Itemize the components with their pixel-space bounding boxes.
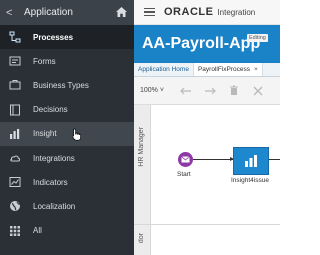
swimlane-divider: [134, 224, 280, 225]
tab-label: Application Home: [138, 66, 189, 73]
sidebar-item-label: Forms: [33, 56, 56, 66]
sidebar-item-label: Insight: [33, 129, 57, 139]
localization-icon: [9, 200, 21, 212]
bar-chart-icon: [245, 155, 257, 167]
sidebar-item-label: All: [33, 226, 42, 236]
app-title: AA-Payroll-App: [142, 35, 261, 52]
sidebar-title: Application: [24, 7, 73, 18]
undo-icon[interactable]: [178, 84, 194, 98]
indicators-icon: [9, 176, 21, 188]
sidebar-item-all[interactable]: All: [0, 219, 134, 243]
sidebar-item-insight[interactable]: Insight: [0, 121, 134, 146]
envelope-icon: [181, 156, 190, 163]
sidebar-item-label: Business Types: [33, 80, 89, 90]
sidebar-item-integrations[interactable]: Integrations: [0, 146, 134, 170]
sidebar-item-indicators[interactable]: Indicators: [0, 170, 134, 194]
menu-icon[interactable]: [144, 7, 155, 17]
sidebar: < Application Processes Forms Business T…: [0, 0, 134, 255]
sidebar-item-label: Integrations: [33, 153, 75, 163]
zoom-select[interactable]: 100% ˅: [140, 87, 178, 94]
sidebar-menu: Processes Forms Business Types Decisions: [0, 25, 134, 243]
app-title-bar: AA-Payroll-App Editing: [134, 25, 280, 63]
brand-logo: ORACLE: [164, 6, 214, 18]
sidebar-header: < Application: [0, 0, 134, 25]
sidebar-item-label: Decisions: [33, 105, 68, 115]
process-canvas[interactable]: HR Manager dor Start Insight4issue: [134, 105, 280, 255]
tab-payrollfixprocess[interactable]: PayrollFixProcess ×: [193, 63, 263, 76]
hand-cursor-icon: [71, 128, 82, 143]
start-event-node[interactable]: [178, 152, 193, 167]
swimlane-label: dor: [138, 233, 145, 244]
canvas-toolbar: 100% ˅: [134, 77, 280, 105]
grid-icon: [9, 225, 21, 237]
swimlane-label: HR Manager: [138, 127, 145, 167]
status-badge: Editing: [247, 34, 268, 42]
delete-icon[interactable]: [226, 84, 242, 98]
sidebar-item-label: Processes: [33, 32, 74, 42]
tab-application-home[interactable]: Application Home: [134, 63, 194, 76]
top-bar: ORACLE Integration: [134, 0, 280, 25]
tab-bar: Application Home PayrollFixProcess ×: [134, 63, 280, 77]
flow-arrow[interactable]: [269, 159, 280, 160]
back-button[interactable]: <: [6, 7, 18, 19]
sidebar-item-business-types[interactable]: Business Types: [0, 73, 134, 97]
tab-label: PayrollFixProcess: [197, 66, 250, 73]
sidebar-item-label: Indicators: [33, 177, 68, 187]
swimlane-header: HR Manager dor: [134, 105, 151, 255]
close-icon[interactable]: ×: [254, 66, 258, 73]
business-types-icon: [9, 79, 21, 91]
product-name: Integration: [217, 7, 256, 17]
insight-activity-node[interactable]: [233, 147, 269, 175]
expand-icon[interactable]: [250, 84, 266, 98]
processes-icon: [9, 31, 21, 43]
sidebar-item-decisions[interactable]: Decisions: [0, 98, 134, 122]
home-icon[interactable]: [115, 5, 128, 23]
start-event-label: Start: [177, 171, 191, 178]
forms-icon: [9, 55, 21, 67]
redo-icon[interactable]: [202, 84, 218, 98]
main-area: ORACLE Integration AA-Payroll-App Editin…: [134, 0, 280, 255]
integrations-icon: [9, 152, 21, 164]
sidebar-item-processes[interactable]: Processes: [0, 25, 134, 50]
sidebar-item-forms[interactable]: Forms: [0, 49, 134, 73]
insight-icon: [9, 128, 21, 140]
decisions-icon: [9, 104, 21, 116]
app-window: < Application Processes Forms Business T…: [0, 0, 280, 255]
flow-arrow[interactable]: [193, 157, 234, 161]
activity-label: Insight4issue: [231, 177, 269, 184]
sidebar-item-localization[interactable]: Localization: [0, 194, 134, 218]
sidebar-item-label: Localization: [33, 201, 76, 211]
